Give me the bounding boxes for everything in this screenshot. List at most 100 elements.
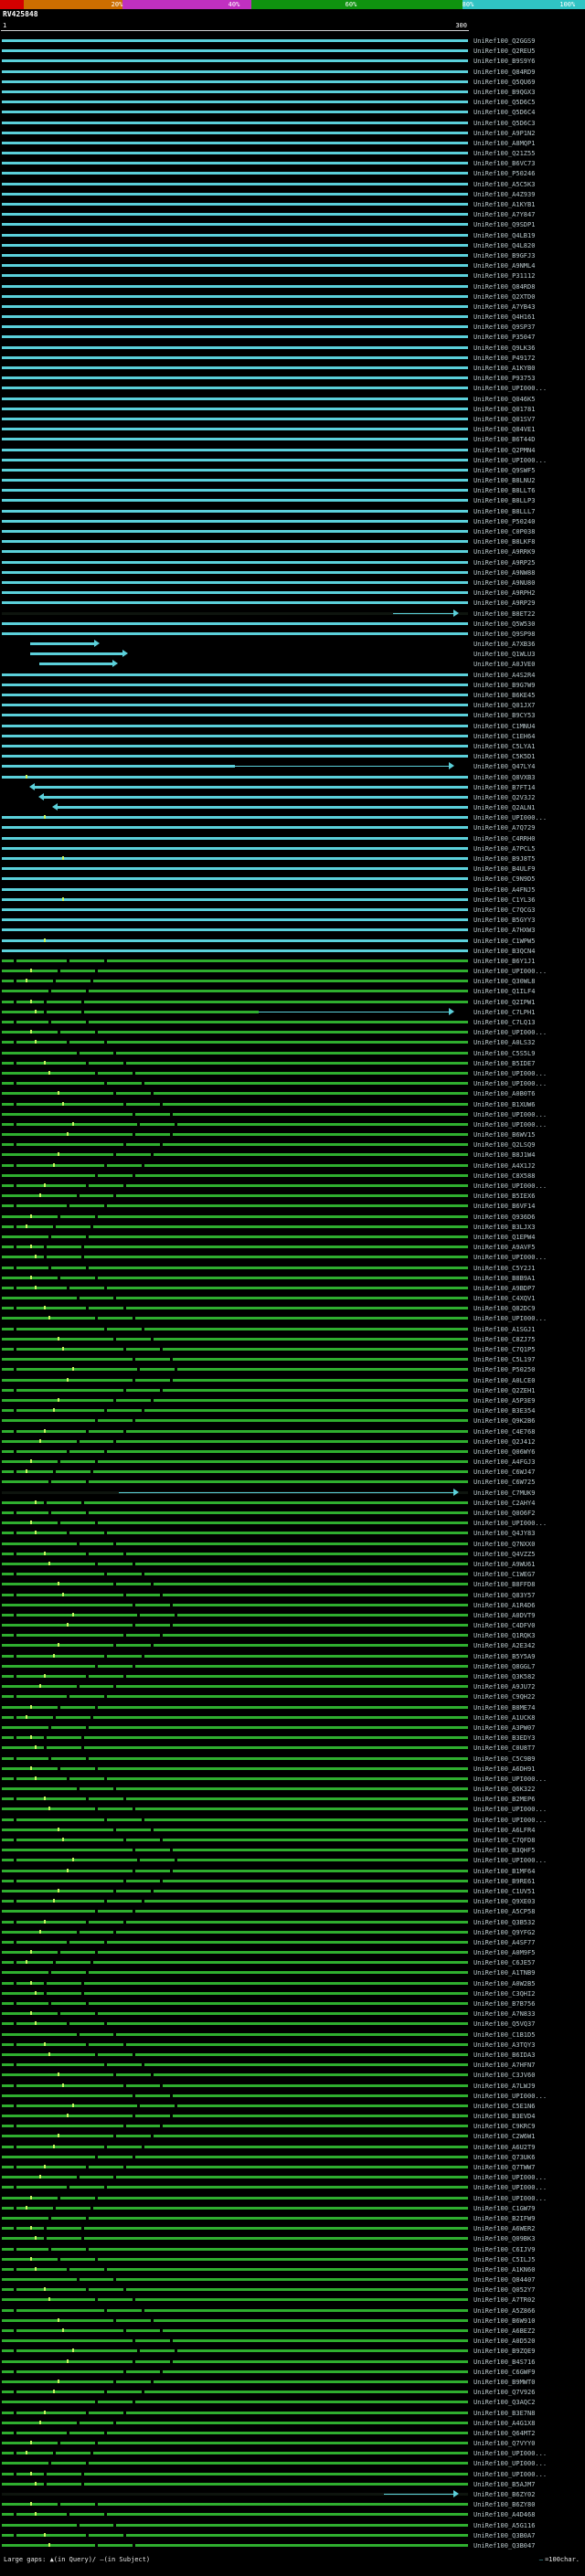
hit-label[interactable]: UniRef100_B2MEP6 [473, 1796, 535, 1803]
hit-label[interactable]: UniRef100_A9NW88 [473, 569, 535, 577]
hit-label[interactable]: UniRef100_A6DH91 [473, 1765, 535, 1773]
alignment-row[interactable]: UniRef100_A7YB43 [0, 302, 585, 312]
alignment-row[interactable]: UniRef100_B8FFD8 [0, 1579, 585, 1589]
hit-label[interactable]: UniRef100_UPI000... [473, 1121, 547, 1129]
alignment-row[interactable]: UniRef100_Q84RD8 [0, 281, 585, 292]
hit-label[interactable]: UniRef100_Q83Y57 [473, 1592, 535, 1599]
hit-label[interactable]: UniRef100_Q84RD9 [473, 69, 535, 76]
hit-label[interactable]: UniRef100_B9RE61 [473, 1878, 535, 1885]
hit-label[interactable]: UniRef100_A6WER2 [473, 2225, 535, 2232]
hit-label[interactable]: UniRef100_A9RRK9 [473, 548, 535, 556]
hit-label[interactable]: UniRef100_A1UCK8 [473, 1714, 535, 1722]
alignment-row[interactable]: UniRef100_Q64MT2 [0, 2428, 585, 2438]
alignment-row[interactable]: UniRef100_C7QCG3 [0, 905, 585, 915]
hit-label[interactable]: UniRef100_Q2IPW1 [473, 999, 535, 1006]
hit-label[interactable]: UniRef100_A2E342 [473, 1642, 535, 1649]
alignment-row[interactable]: UniRef100_Q5D6C3 [0, 118, 585, 128]
alignment-row[interactable]: UniRef100_C5C9B9 [0, 1754, 585, 1764]
alignment-row[interactable]: UniRef100_P50250 [0, 1364, 585, 1374]
alignment-row[interactable]: UniRef100_Q2XTD0 [0, 292, 585, 302]
alignment-row[interactable]: UniRef100_A7HFN7 [0, 2060, 585, 2070]
alignment-row[interactable]: UniRef100_Q4L820 [0, 240, 585, 250]
hit-label[interactable]: UniRef100_Q3B532 [473, 1919, 535, 1926]
hit-label[interactable]: UniRef100_Q0O6F2 [473, 1510, 535, 1517]
alignment-row[interactable]: UniRef100_Q47LY4 [0, 761, 585, 771]
hit-label[interactable]: UniRef100_Q84RD8 [473, 283, 535, 291]
hit-label[interactable]: UniRef100_C4RRH0 [473, 835, 535, 843]
hit-label[interactable]: UniRef100_Q3K582 [473, 1673, 535, 1680]
alignment-row[interactable]: UniRef100_B5IDE7 [0, 1058, 585, 1068]
alignment-row[interactable]: UniRef100_A0JVE0 [0, 659, 585, 669]
alignment-row[interactable]: UniRef100_B1MF64 [0, 1866, 585, 1876]
alignment-row[interactable]: UniRef100_A4FNJ5 [0, 885, 585, 895]
alignment-row[interactable]: UniRef100_C1YL36 [0, 895, 585, 905]
hit-label[interactable]: UniRef100_C5C9B9 [473, 1755, 535, 1763]
alignment-row[interactable]: UniRef100_B8ME74 [0, 1702, 585, 1712]
alignment-row[interactable]: UniRef100_Q01JX7 [0, 700, 585, 710]
alignment-row[interactable]: UniRef100_Q9SP37 [0, 322, 585, 332]
alignment-row[interactable]: UniRef100_C1WPW5 [0, 936, 585, 946]
hit-label[interactable]: UniRef100_UPI000... [473, 1776, 547, 1783]
hit-label[interactable]: UniRef100_B8LKF8 [473, 538, 535, 546]
hit-label[interactable]: UniRef100_Q2GGS9 [473, 37, 535, 45]
alignment-row[interactable]: UniRef100_Q5D6C4 [0, 107, 585, 117]
alignment-row[interactable]: UniRef100_UPI000... [0, 812, 585, 822]
alignment-row[interactable]: UniRef100_A7HXW3 [0, 925, 585, 935]
hit-label[interactable]: UniRef100_A7Y847 [473, 211, 535, 218]
alignment-row[interactable]: UniRef100_Q1RQK3 [0, 1630, 585, 1640]
hit-label[interactable]: UniRef100_Q09BK3 [473, 2235, 535, 2242]
hit-label[interactable]: UniRef100_A0LCE0 [473, 1377, 535, 1384]
alignment-row[interactable]: UniRef100_A9NML4 [0, 260, 585, 270]
alignment-row[interactable]: UniRef100_B3E354 [0, 1405, 585, 1415]
alignment-row[interactable]: UniRef100_A1KYB0 [0, 363, 585, 373]
alignment-row[interactable]: UniRef100_Q9SP98 [0, 629, 585, 639]
hit-label[interactable]: UniRef100_P31112 [473, 272, 535, 280]
hit-label[interactable]: UniRef100_A7LWJ9 [473, 2083, 535, 2090]
alignment-row[interactable]: UniRef100_A6BEZ2 [0, 2326, 585, 2336]
alignment-row[interactable]: UniRef100_C4RRH0 [0, 833, 585, 843]
alignment-row[interactable]: UniRef100_Q3B0A7 [0, 2530, 585, 2540]
hit-label[interactable]: UniRef100_Q2J412 [473, 1438, 535, 1446]
hit-label[interactable]: UniRef100_C6GWF9 [473, 2369, 535, 2376]
alignment-row[interactable]: UniRef100_Q8VXB3 [0, 772, 585, 782]
alignment-row[interactable]: UniRef100_Q8GGL7 [0, 1661, 585, 1671]
hit-label[interactable]: UniRef100_B8ME74 [473, 1704, 535, 1712]
hit-label[interactable]: UniRef100_B8LNU2 [473, 477, 535, 484]
hit-label[interactable]: UniRef100_P49172 [473, 355, 535, 362]
hit-label[interactable]: UniRef100_A7PCL5 [473, 845, 535, 853]
alignment-row[interactable]: UniRef100_Q7V926 [0, 2387, 585, 2397]
hit-label[interactable]: UniRef100_P50250 [473, 1366, 535, 1373]
hit-label[interactable]: UniRef100_UPI000... [473, 1806, 547, 1813]
alignment-row[interactable]: UniRef100_A1KYB1 [0, 199, 585, 209]
hit-label[interactable]: UniRef100_B6W910 [473, 2317, 535, 2325]
hit-label[interactable]: UniRef100_UPI000... [473, 2471, 547, 2478]
hit-label[interactable]: UniRef100_UPI000... [473, 2460, 547, 2467]
alignment-row[interactable]: UniRef100_Q6K322 [0, 1784, 585, 1794]
hit-label[interactable]: UniRef100_C5ILJ5 [473, 2256, 535, 2263]
alignment-row[interactable]: UniRef100_Q84RD9 [0, 67, 585, 77]
alignment-row[interactable]: UniRef100_B5GYY3 [0, 915, 585, 925]
alignment-row[interactable]: UniRef100_Q3B532 [0, 1917, 585, 1927]
hit-label[interactable]: UniRef100_B9GFJ3 [473, 252, 535, 260]
alignment-row[interactable]: UniRef100_A5G116 [0, 2520, 585, 2530]
alignment-row[interactable]: UniRef100_A1R4D6 [0, 1600, 585, 1610]
alignment-row[interactable]: UniRef100_B4ULF9 [0, 864, 585, 874]
hit-label[interactable]: UniRef100_B8ET22 [473, 610, 535, 618]
alignment-row[interactable]: UniRef100_A4G1X8 [0, 2418, 585, 2428]
alignment-row[interactable]: UniRef100_A5Z866 [0, 2306, 585, 2316]
hit-label[interactable]: UniRef100_A5C5K3 [473, 181, 535, 188]
alignment-row[interactable]: UniRef100_C0P038 [0, 526, 585, 536]
alignment-row[interactable]: UniRef100_UPI000... [0, 2469, 585, 2479]
hit-label[interactable]: UniRef100_Q046K5 [473, 396, 535, 403]
hit-label[interactable]: UniRef100_A4X1J2 [473, 1162, 535, 1170]
alignment-row[interactable]: UniRef100_C6IJV9 [0, 2244, 585, 2254]
hit-label[interactable]: UniRef100_Q9SP98 [473, 631, 535, 638]
alignment-row[interactable]: UniRef100_A7N833 [0, 2009, 585, 2019]
alignment-row[interactable]: UniRef100_C4E768 [0, 1426, 585, 1436]
alignment-row[interactable]: UniRef100_A4FGJ3 [0, 1457, 585, 1467]
alignment-row[interactable]: UniRef100_B6Y1J1 [0, 956, 585, 966]
hit-label[interactable]: UniRef100_Q9SDP1 [473, 221, 535, 228]
alignment-row[interactable]: UniRef100_Q83Y57 [0, 1590, 585, 1600]
hit-label[interactable]: UniRef100_B3E354 [473, 1407, 535, 1415]
alignment-row[interactable]: UniRef100_A6DH91 [0, 1764, 585, 1774]
